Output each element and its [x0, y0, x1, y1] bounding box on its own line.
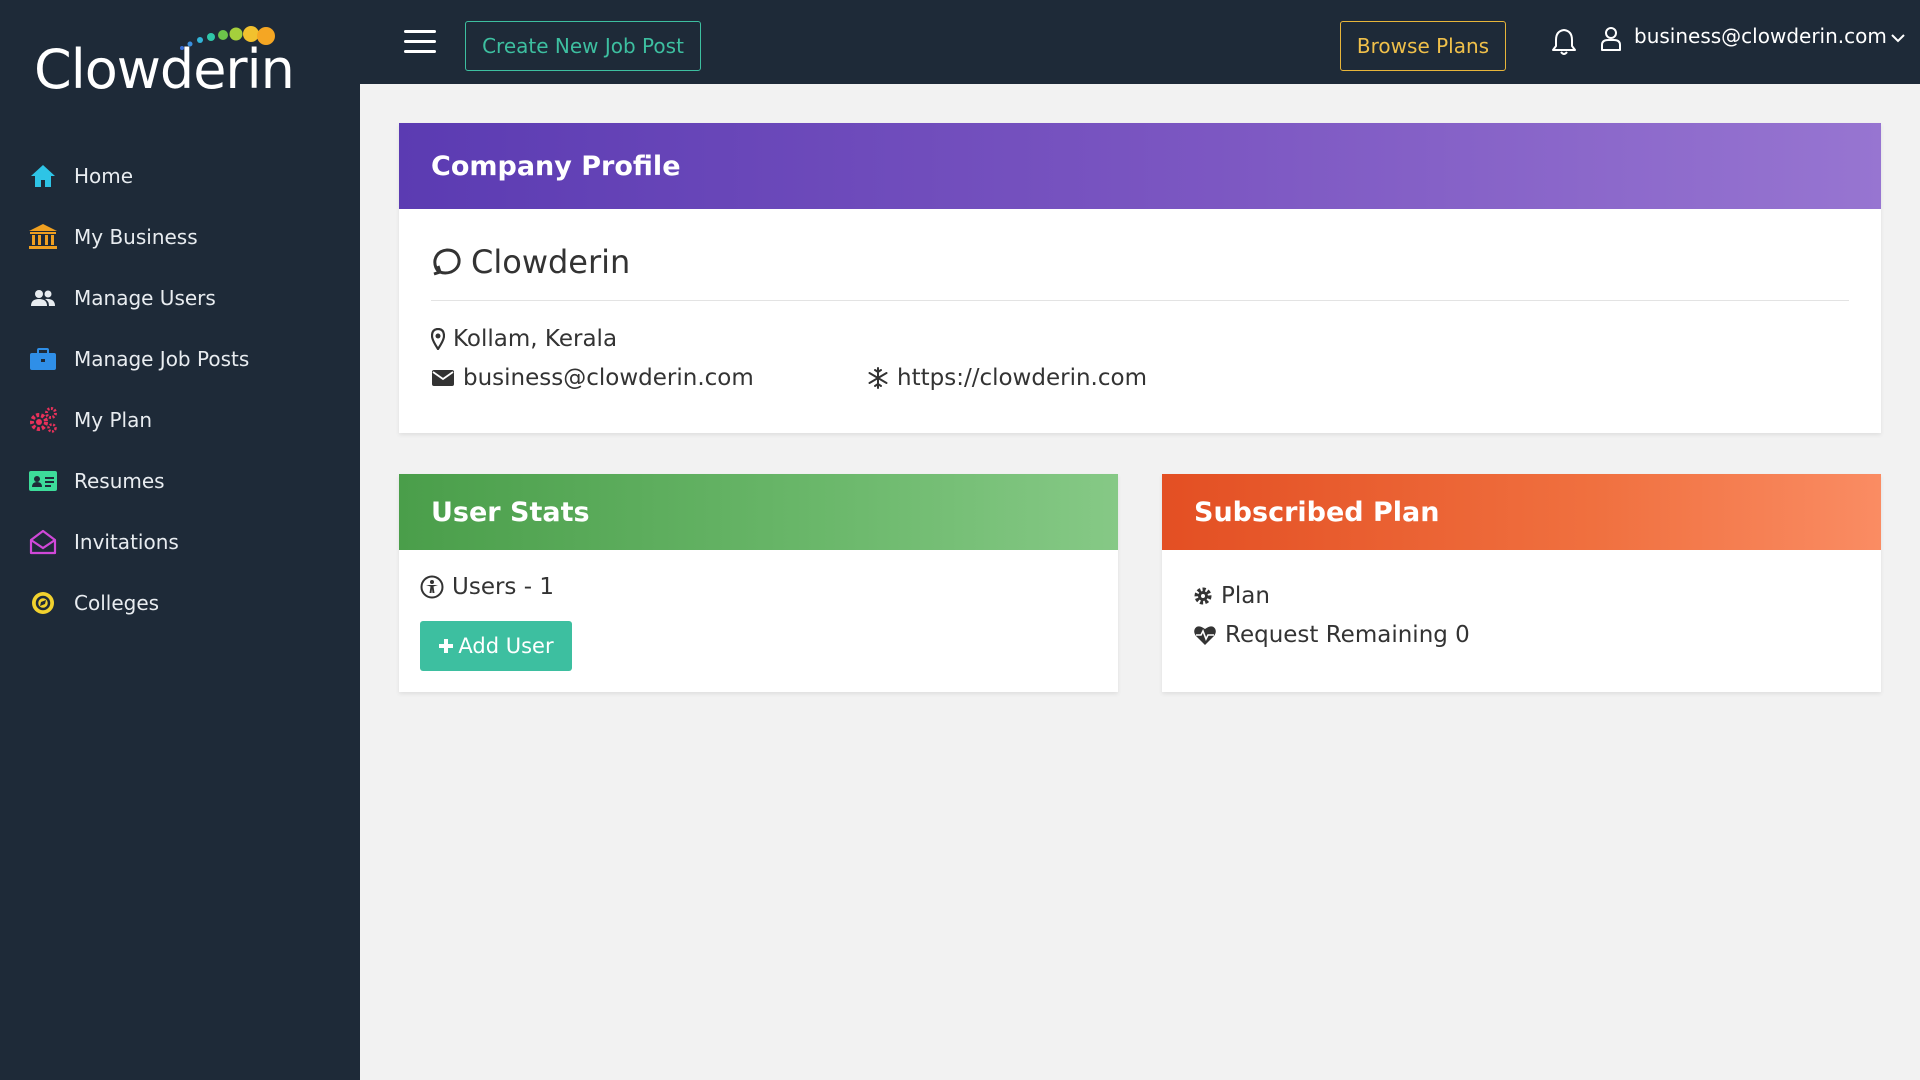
sidebar-item-label: Manage Users — [74, 285, 216, 310]
sidebar-item-invitations[interactable]: Invitations — [0, 511, 360, 572]
add-user-button[interactable]: Add User — [420, 621, 572, 671]
card-title: Subscribed Plan — [1162, 474, 1881, 550]
sidebar-item-home[interactable]: Home — [0, 145, 360, 206]
envelope-icon — [432, 370, 454, 386]
sidebar-item-manage-users[interactable]: Manage Users — [0, 267, 360, 328]
user-icon — [1601, 27, 1621, 51]
home-icon — [28, 161, 58, 191]
user-email: business@clowderin.com — [1634, 24, 1887, 48]
company-name: Clowderin — [471, 243, 631, 281]
menu-toggle-icon[interactable] — [404, 30, 436, 54]
plus-icon — [439, 639, 454, 653]
snowflake-icon — [868, 367, 888, 389]
gears-icon — [28, 405, 58, 435]
email-text[interactable]: business@clowderin.com — [463, 365, 754, 391]
users-icon — [28, 283, 58, 313]
map-marker-icon — [431, 328, 445, 350]
users-count: Users - 1 — [420, 574, 554, 600]
sidebar-item-label: My Business — [74, 224, 198, 249]
sidebar-item-my-plan[interactable]: My Plan — [0, 389, 360, 450]
company-email: business@clowderin.com — [431, 365, 754, 391]
top-bar: Create New Job Post Browse Plans busines… — [360, 0, 1920, 84]
company-website: https://clowderin.com — [867, 365, 1147, 391]
sidebar-item-label: Resumes — [74, 468, 165, 493]
sidebar-nav: Home My Business Manage Users Manage Job… — [0, 145, 360, 633]
sidebar-item-label: Manage Job Posts — [74, 346, 250, 371]
heartbeat-icon — [1194, 626, 1216, 645]
add-user-label: Add User — [458, 634, 554, 658]
divider — [431, 300, 1849, 301]
card-title: Company Profile — [399, 123, 1881, 209]
chevron-down-icon — [1891, 34, 1905, 43]
plan-text: Plan — [1221, 583, 1270, 609]
accessibility-icon — [420, 575, 444, 599]
requests-remaining-text: Request Remaining 0 — [1225, 622, 1470, 648]
bell-icon[interactable] — [1550, 27, 1578, 57]
sidebar-item-resumes[interactable]: Resumes — [0, 450, 360, 511]
compass-icon — [28, 588, 58, 618]
sidebar-item-label: My Plan — [74, 407, 152, 432]
cog-icon — [1194, 587, 1212, 605]
refresh-logo-icon — [433, 248, 461, 276]
company-header: Clowderin — [431, 243, 630, 281]
bank-icon — [28, 222, 58, 252]
sidebar-item-label: Invitations — [74, 529, 179, 554]
sidebar-item-colleges[interactable]: Colleges — [0, 572, 360, 633]
sidebar-item-label: Home — [74, 163, 134, 188]
create-job-post-button[interactable]: Create New Job Post — [465, 21, 701, 71]
id-card-icon — [28, 466, 58, 496]
location-text: Kollam, Kerala — [453, 326, 618, 352]
company-profile-card: Company Profile Clowderin Kollam, Kerala… — [399, 123, 1881, 433]
users-count-text: Users - 1 — [452, 574, 554, 600]
envelope-open-icon — [28, 527, 58, 557]
card-title: User Stats — [399, 474, 1118, 550]
sidebar-item-manage-job-posts[interactable]: Manage Job Posts — [0, 328, 360, 389]
plan-name: Plan — [1193, 583, 1270, 609]
brand-logo[interactable]: Clowderin — [34, 24, 304, 101]
website-link[interactable]: https://clowderin.com — [897, 365, 1147, 391]
company-location: Kollam, Kerala — [431, 326, 617, 352]
briefcase-icon — [28, 344, 58, 374]
sidebar: Clowderin Home My Business Manage Users … — [0, 0, 360, 1080]
subscribed-plan-card: Subscribed Plan Plan Request Remaining 0 — [1162, 474, 1881, 692]
brand-name: Clowderin — [34, 38, 295, 101]
requests-remaining: Request Remaining 0 — [1193, 622, 1470, 648]
user-stats-card: User Stats Users - 1 Add User — [399, 474, 1118, 692]
user-menu[interactable]: business@clowderin.com — [1634, 24, 1905, 48]
sidebar-item-label: Colleges — [74, 590, 160, 615]
browse-plans-button[interactable]: Browse Plans — [1340, 21, 1506, 71]
sidebar-item-my-business[interactable]: My Business — [0, 206, 360, 267]
